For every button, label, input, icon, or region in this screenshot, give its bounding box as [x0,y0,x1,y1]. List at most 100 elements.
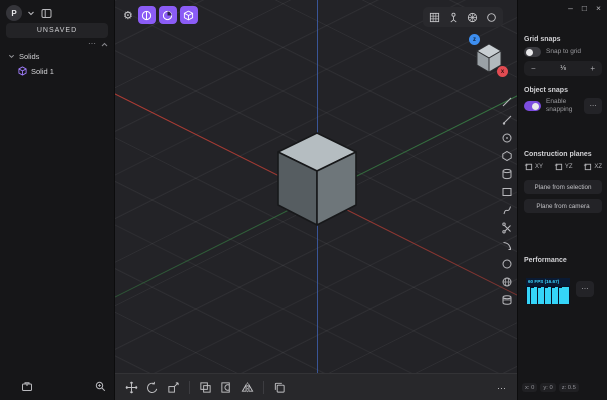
stack-icon [501,294,513,306]
gizmo-z-badge[interactable]: z [469,34,480,45]
sphere-tool[interactable] [499,274,515,289]
scale-icon [167,381,180,394]
spline-icon [501,204,513,216]
save-file-button[interactable] [20,380,34,394]
zoom-tree-button[interactable] [94,380,107,393]
boolean-subtract-tool[interactable] [218,379,235,396]
window-controls: – □ × [568,3,601,13]
plane-yz-label: YZ [565,164,573,170]
toolbar-more-button[interactable]: ⋯ [497,383,507,394]
rectangle-tool[interactable] [499,184,515,199]
view-gizmo[interactable]: z x [471,38,507,74]
snap-to-grid-label: Snap to grid [546,48,581,56]
snap-to-grid-toggle[interactable] [524,47,541,57]
solid-cube-icon [18,66,27,76]
minimize-button[interactable]: – [568,3,573,13]
coordinate-chips: x: 0 y: 0 z: 0.5 [522,383,579,392]
person-icon [448,12,459,23]
tree-item-solid-1[interactable]: Solid 1 [18,66,54,76]
tree-collapse-button[interactable] [101,42,108,47]
line-tool[interactable] [499,94,515,109]
perspective-button[interactable] [483,9,500,25]
viewport-settings-button[interactable]: ⚙ [121,7,135,24]
coord-z-chip: z: 0.5 [559,383,579,392]
view-options-group [423,7,503,27]
fps-label: 60 FPS (16.67) [526,278,570,286]
enable-snapping-toggle[interactable] [524,101,541,111]
circle-icon [486,12,497,23]
gizmo-x-badge[interactable]: x [497,66,508,77]
subtract-icon [220,381,233,394]
transform-toolbar: ⋯ [115,373,517,400]
spline-tool[interactable] [499,202,515,217]
plane-from-selection-button[interactable]: Plane from selection [524,180,602,194]
user-avatar[interactable]: P [6,5,22,21]
maximize-button[interactable]: □ [582,3,587,13]
boolean-union-tool[interactable] [197,379,214,396]
scissors-icon [501,222,513,234]
plane-icon [524,162,533,171]
polyline-icon [501,114,513,126]
show-wireframe-toggle[interactable] [180,6,198,24]
circle-outline-icon [501,258,513,270]
grid-display-button[interactable] [426,9,443,25]
construction-planes-heading: Construction planes [524,151,592,158]
center-circle-tool[interactable] [499,130,515,145]
object-snaps-heading: Object snaps [524,87,568,94]
trim-tool[interactable] [499,220,515,235]
plane-from-camera-button[interactable]: Plane from camera [524,199,602,213]
show-surfaces-toggle[interactable] [159,6,177,24]
left-panel-footer [0,374,115,400]
duplicate-tool[interactable] [271,379,288,396]
camera-pose-button[interactable] [445,9,462,25]
show-solids-toggle[interactable] [138,6,156,24]
plane-xz-label: XZ [594,164,602,170]
app-window: P UNSAVED ⋯ Solids [0,0,607,400]
rotate-tool[interactable] [144,379,161,396]
render-mode-button[interactable] [464,9,481,25]
circle-tool[interactable] [499,256,515,271]
polygon-icon [501,150,513,162]
chevron-down-icon [27,9,35,17]
polygon-tool[interactable] [499,148,515,163]
move-tool[interactable] [123,379,140,396]
union-icon [199,381,212,394]
line-icon [501,96,513,108]
tree-group-solids[interactable]: Solids [8,52,39,61]
tree-item-label: Solid 1 [31,67,54,76]
grid-size-value: ⅛ [560,65,566,72]
close-button[interactable]: × [596,3,601,13]
coord-y-chip: y: 0 [540,383,555,392]
viewport-canvas[interactable]: ⚙ [115,0,517,400]
tree-group-label: Solids [19,52,39,61]
performance-heading: Performance [524,257,567,264]
tool-rail [499,94,515,307]
mirror-tool[interactable] [239,379,256,396]
scene-cube [115,0,517,400]
mirror-icon [241,381,254,394]
sidebar-toggle-button[interactable] [40,7,53,20]
plane-xz-button[interactable]: XZ [583,162,602,171]
polyline-tool[interactable] [499,112,515,127]
extrude-tool[interactable] [499,292,515,307]
avatar-menu-button[interactable] [26,8,36,18]
performance-more-button[interactable]: ⋯ [576,281,594,297]
z-axis-line [317,0,318,400]
scale-tool[interactable] [165,379,182,396]
unsaved-status-button[interactable]: UNSAVED [6,23,108,38]
move-icon [125,381,138,394]
plane-yz-button[interactable]: YZ [554,162,573,171]
stepper-increment-button[interactable]: + [590,64,595,73]
sphere-icon [501,276,513,288]
enable-snapping-label: Enable snapping [546,98,579,115]
sphere-shaded-icon [162,10,173,21]
plane-xy-button[interactable]: XY [524,162,543,171]
tree-more-button[interactable]: ⋯ [88,41,96,47]
center-circle-icon [501,132,513,144]
cylinder-tool[interactable] [499,166,515,181]
y-axis-line [115,12,517,380]
fillet-tool[interactable] [499,238,515,253]
object-snaps-more-button[interactable]: ⋯ [584,98,602,114]
stepper-decrement-button[interactable]: − [531,64,536,73]
archive-box-icon [21,381,33,393]
